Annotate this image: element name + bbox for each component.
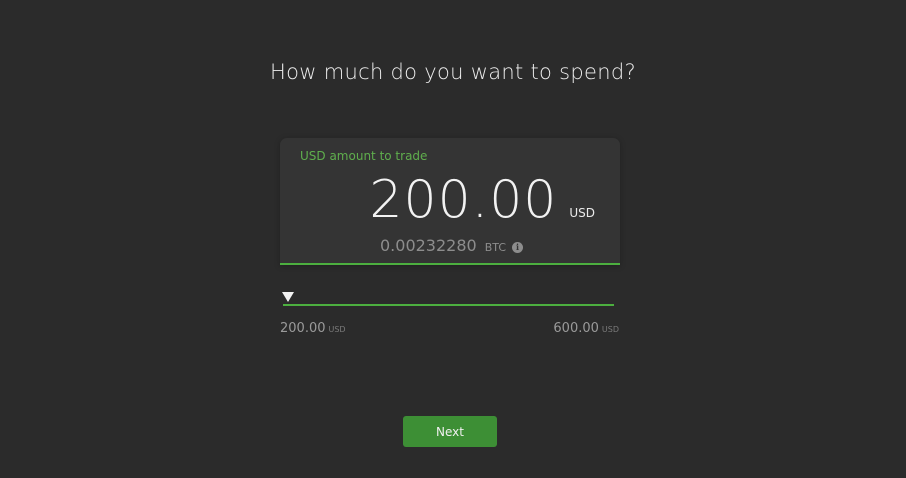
info-icon[interactable]: i bbox=[512, 242, 524, 253]
amount-slider[interactable] bbox=[282, 290, 614, 310]
amount-input[interactable]: 200.00 bbox=[369, 170, 557, 230]
conversion-value: 0.00232280 bbox=[380, 236, 477, 255]
page-title: How much do you want to spend? bbox=[270, 60, 636, 84]
conversion-row: 0.00232280 BTC i bbox=[380, 236, 524, 255]
amount-field-label: USD amount to trade bbox=[300, 149, 428, 163]
slider-min-value: 200.00 bbox=[280, 321, 326, 336]
slider-max-value: 600.00 bbox=[553, 321, 599, 336]
amount-input-card[interactable]: USD amount to trade 200.00 USD 0.0023228… bbox=[280, 138, 620, 265]
amount-currency-label: USD bbox=[569, 206, 595, 220]
slider-min-unit: USD bbox=[328, 325, 346, 334]
slider-max-label: 600.00 USD bbox=[553, 321, 619, 336]
slider-max-unit: USD bbox=[601, 325, 619, 334]
slider-min-label: 200.00 USD bbox=[280, 321, 346, 336]
amount-row[interactable]: 200.00 USD bbox=[369, 170, 595, 230]
slider-track[interactable] bbox=[283, 304, 614, 306]
next-button[interactable]: Next bbox=[403, 416, 497, 447]
slider-handle-icon[interactable] bbox=[282, 292, 294, 302]
conversion-currency-label: BTC bbox=[484, 241, 507, 254]
